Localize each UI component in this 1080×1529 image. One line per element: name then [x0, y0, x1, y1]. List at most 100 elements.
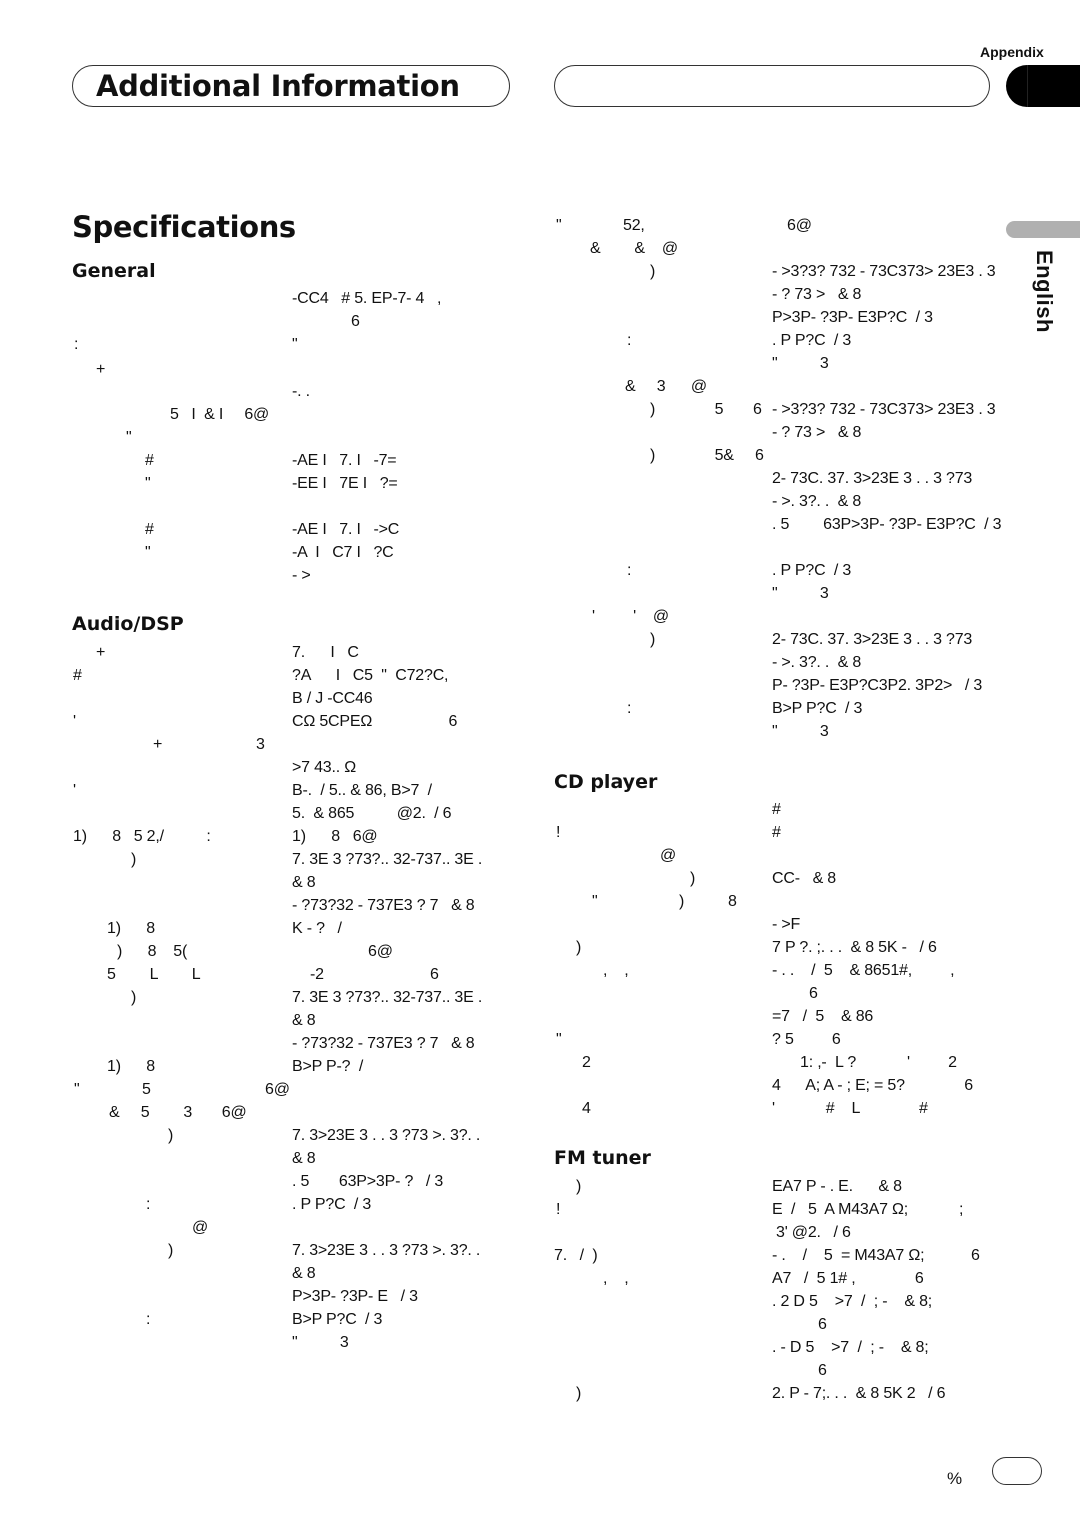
spec-text-line: 1) 8 6@ [292, 828, 378, 845]
spec-text-line: - ? 73 > & 8 [772, 286, 862, 303]
spec-text-line: 6@ [368, 943, 393, 960]
spec-text-line: # [145, 521, 154, 538]
spec-text-line: ' [73, 782, 76, 799]
spec-text-line: 5 I & I 6@ [170, 406, 270, 423]
spec-text-line: -CC4 # 5. EP-7- 4 , [292, 290, 442, 307]
spec-text-line: " [292, 336, 298, 353]
spec-text-line: 2- 73C. 37. 3>23E 3 . . 3 ?73 [772, 470, 973, 487]
spec-text-line: 7. 3>23E 3 . . 3 ?73 >. 3?. . [292, 1242, 481, 1259]
spec-text-line: 5. & 865 @2. / 6 [292, 805, 452, 822]
spec-text-line: ) [650, 263, 656, 280]
spec-text-line: - ? 73 > & 8 [772, 424, 862, 441]
spec-text-line: 5 [142, 1081, 151, 1098]
spec-text-line: -EE I 7E I ?= [292, 475, 398, 492]
spec-text-line: ) 5 6 [650, 401, 762, 418]
spec-text-line: + [96, 644, 106, 661]
spec-text-line: 7. I C [292, 644, 359, 661]
spec-text-line: : [627, 332, 632, 349]
spec-text-line: B>P P-? / [292, 1058, 364, 1075]
section-heading-cd-player: CD player [554, 771, 658, 793]
spec-text-line: 3' @2. / 6 [776, 1224, 851, 1241]
spec-text-line: # [145, 452, 154, 469]
spec-text-line: K - ? / [292, 920, 342, 937]
spec-text-line: ) [576, 1385, 582, 1402]
spec-text-line: CC- & 8 [772, 870, 836, 887]
spec-text-line: @ [192, 1219, 209, 1236]
spec-text-line: ) 5& 6 [650, 447, 764, 464]
spec-text-line: B-. / 5.. & 86, B>7 / [292, 782, 432, 799]
spec-text-line: 7. 3E 3 ?73?.. 32-737.. 3E . [292, 989, 483, 1006]
spec-text-line: P- ?3P- E3P?C3P2. 3P2> / 3 [772, 677, 983, 694]
spec-text-line: -A I C7 I ?C [292, 544, 394, 561]
spec-text-line: 5 L L [107, 966, 201, 983]
section-heading-fm-tuner: FM tuner [554, 1147, 651, 1169]
spec-text-line: - . / 5 = M43A7 Ω; 6 [772, 1247, 980, 1264]
spec-text-line: 1) 8 5 2,/ : [73, 828, 211, 845]
spec-text-line: =7 / 5 & 86 [772, 1008, 874, 1025]
spec-text-line: ) [131, 851, 137, 868]
spec-text-line: - >3?3? 732 - 73C373> 23E3 . 3 [772, 263, 996, 280]
spec-text-line: " [592, 893, 598, 910]
spec-text-line: 3 [256, 736, 265, 753]
spec-text-line: 52, [623, 217, 645, 234]
spec-text-line: - ?73?32 - 737E3 ? 7 & 8 [292, 1035, 475, 1052]
spec-text-line: -2 6 [310, 966, 439, 983]
spec-text-line: 2. P - 7;. . . & 8 5K 2 / 6 [772, 1385, 946, 1402]
spec-text-line: 8 [728, 893, 737, 910]
spec-text-line: : [627, 562, 632, 579]
spec-text-line: 2 [582, 1054, 591, 1071]
spec-text-line: - >. 3?. . & 8 [772, 654, 862, 671]
page-title: Specifications [72, 210, 296, 244]
spec-text-line: ' # L # [772, 1100, 928, 1117]
spec-text-line: & 8 [292, 1012, 316, 1029]
spec-text-line: 7. / ) [554, 1247, 598, 1264]
section-heading-audio-dsp: Audio/DSP [72, 613, 184, 635]
spec-text-line: ) [679, 893, 685, 910]
spec-text-line: 7 P ?. ;. . . & 8 5K - / 6 [772, 939, 937, 956]
spec-text-line: . 2 D 5 >7 / ; - & 8; [772, 1293, 933, 1310]
spec-text-line: 6 [818, 1316, 827, 1333]
spec-text-line: " 3 [292, 1334, 349, 1351]
spec-text-line: . P P?C / 3 [772, 332, 852, 349]
spec-text-line: B>P P?C / 3 [772, 700, 863, 717]
language-tab-marker [1006, 221, 1080, 238]
spec-text-line: 6@ [265, 1081, 290, 1098]
spec-text-line: ' ' @ [592, 608, 669, 625]
spec-text-line: " 3 [772, 723, 829, 740]
spec-text-line: @ [660, 847, 677, 864]
spec-text-line: " [126, 429, 132, 446]
section-header-pill-empty [554, 65, 990, 107]
spec-text-line: A7 / 5 1# , 6 [772, 1270, 924, 1287]
spec-text-line: & 3 @ [625, 378, 707, 395]
spec-text-line: CΩ 5CPEΩ 6 [292, 713, 458, 730]
spec-text-line: : [627, 700, 632, 717]
spec-text-line: ) [576, 1178, 582, 1195]
section-heading-general: General [72, 260, 156, 282]
spec-text-line: ! [556, 1201, 561, 1218]
page-number: % [947, 1469, 963, 1488]
spec-text-line: " [556, 1031, 562, 1048]
spec-text-line: - >. 3?. . & 8 [772, 493, 862, 510]
spec-text-line: " [145, 475, 151, 492]
spec-text-line: ?A I C5 " C72?C, [292, 667, 449, 684]
spec-text-line: 7. 3E 3 ?73?.. 32-737.. 3E . [292, 851, 483, 868]
spec-text-line: 6 [351, 313, 360, 330]
spec-text-line: " [74, 1081, 80, 1098]
spec-text-line: 1) 8 [107, 920, 155, 937]
spec-text-line: - >3?3? 732 - 73C373> 23E3 . 3 [772, 401, 996, 418]
spec-text-line: : [146, 1196, 151, 1213]
spec-text-line: & 8 [292, 1265, 316, 1282]
spec-text-line: 7. 3>23E 3 . . 3 ?73 >. 3?. . [292, 1127, 481, 1144]
spec-text-line: ) [168, 1127, 174, 1144]
page-language-pill [992, 1457, 1042, 1485]
spec-text-line: P>3P- ?3P- E / 3 [292, 1288, 418, 1305]
spec-text-line: 6 [818, 1362, 827, 1379]
spec-text-line: E / 5 A M43A7 Ω; ; [772, 1201, 964, 1218]
spec-text-line: " [145, 544, 151, 561]
spec-text-line: ! [556, 824, 561, 841]
spec-text-line: -. . [292, 383, 310, 400]
spec-text-line: ' [73, 713, 76, 730]
spec-text-line: >7 43.. Ω [292, 759, 356, 776]
spec-text-line: 6@ [787, 217, 812, 234]
spec-text-line: , , [603, 962, 629, 979]
